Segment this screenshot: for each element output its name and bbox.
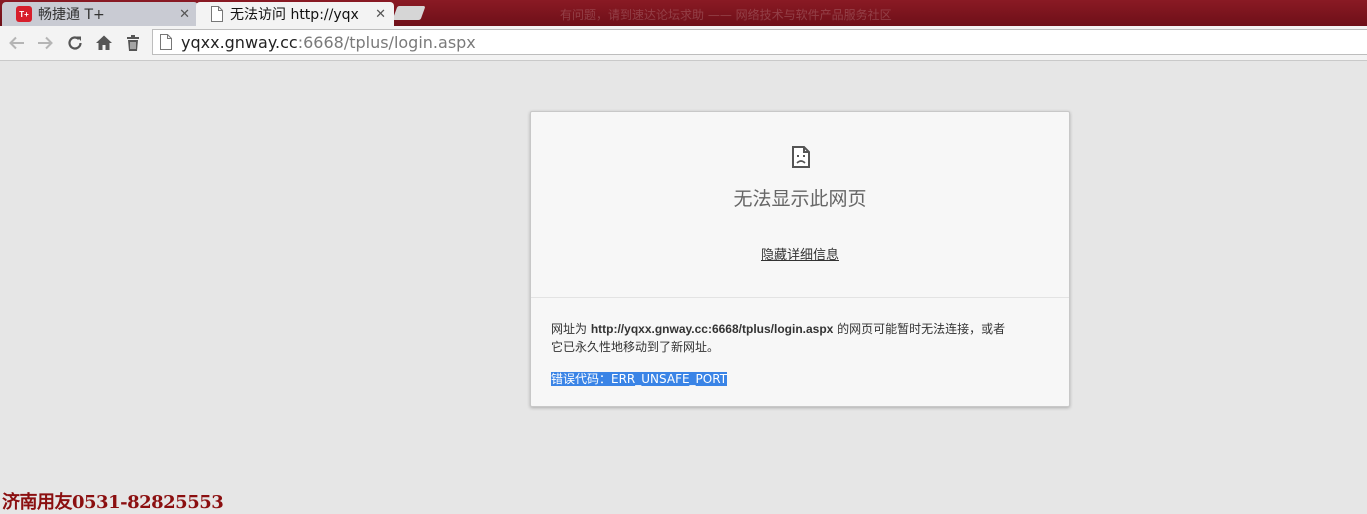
tab-tplus[interactable]: T+ 畅捷通 T+ ✕ <box>2 2 198 26</box>
reload-button[interactable] <box>63 31 87 55</box>
message-line1-suffix: 的网页可能暂时无法连接，或者 <box>833 322 1006 336</box>
back-button[interactable] <box>5 31 29 55</box>
close-icon[interactable]: ✕ <box>179 7 190 22</box>
message-url: http://yqxx.gnway.cc:6668/tplus/login.as… <box>590 322 834 336</box>
reload-icon <box>68 36 82 50</box>
window-title: 有问题，请到速达论坛求助 —— 网络技术与软件产品服务社区 <box>560 8 892 22</box>
home-icon <box>96 35 112 50</box>
error-summary: 无法显示此网页 隐藏详细信息 <box>531 112 1069 298</box>
close-icon[interactable]: ✕ <box>375 7 386 22</box>
error-title: 无法显示此网页 <box>733 188 867 210</box>
back-arrow-icon <box>9 36 24 50</box>
error-code-text: 错误代码：ERR_UNSAFE_PORT <box>551 372 728 386</box>
tab-title: 畅捷通 T+ <box>38 7 105 23</box>
tab-error-page[interactable]: 无法访问 http://yqx ✕ <box>196 2 394 26</box>
page-icon <box>211 6 223 22</box>
hide-details-link[interactable]: 隐藏详细信息 <box>531 244 1069 263</box>
error-code: 错误代码：ERR_UNSAFE_PORT <box>551 370 1049 388</box>
watermark: 济南用友0531-82825553 <box>2 492 224 513</box>
browser-toolbar: yqxx.gnway.cc:6668/tplus/login.aspx <box>0 26 1367 61</box>
tab-title: 无法访问 http://yqx <box>230 7 359 23</box>
tab-strip: 有问题，请到速达论坛求助 —— 网络技术与软件产品服务社区 T+ 畅捷通 T+ … <box>0 0 1367 26</box>
error-card: 无法显示此网页 隐藏详细信息 网址为 http://yqxx.gnway.cc:… <box>530 111 1070 407</box>
forward-button[interactable] <box>33 31 57 55</box>
sad-file-icon <box>792 146 810 168</box>
delete-button[interactable] <box>121 31 145 55</box>
page-icon <box>160 34 172 50</box>
error-details: 网址为 http://yqxx.gnway.cc:6668/tplus/logi… <box>531 298 1069 388</box>
url-path: :6668/tplus/login.aspx <box>297 32 476 52</box>
forward-arrow-icon <box>38 36 53 50</box>
trash-icon <box>127 35 139 51</box>
new-tab-button[interactable] <box>392 6 426 20</box>
message-line2: 它已永久性地移动到了新网址。 <box>551 340 720 354</box>
message-prefix: 网址为 <box>551 322 591 336</box>
url-host: yqxx.gnway.cc <box>181 32 298 52</box>
home-button[interactable] <box>92 31 116 55</box>
tplus-logo-icon: T+ <box>16 6 32 22</box>
address-bar[interactable]: yqxx.gnway.cc:6668/tplus/login.aspx <box>152 29 1367 55</box>
error-message: 网址为 http://yqxx.gnway.cc:6668/tplus/logi… <box>551 320 1049 356</box>
